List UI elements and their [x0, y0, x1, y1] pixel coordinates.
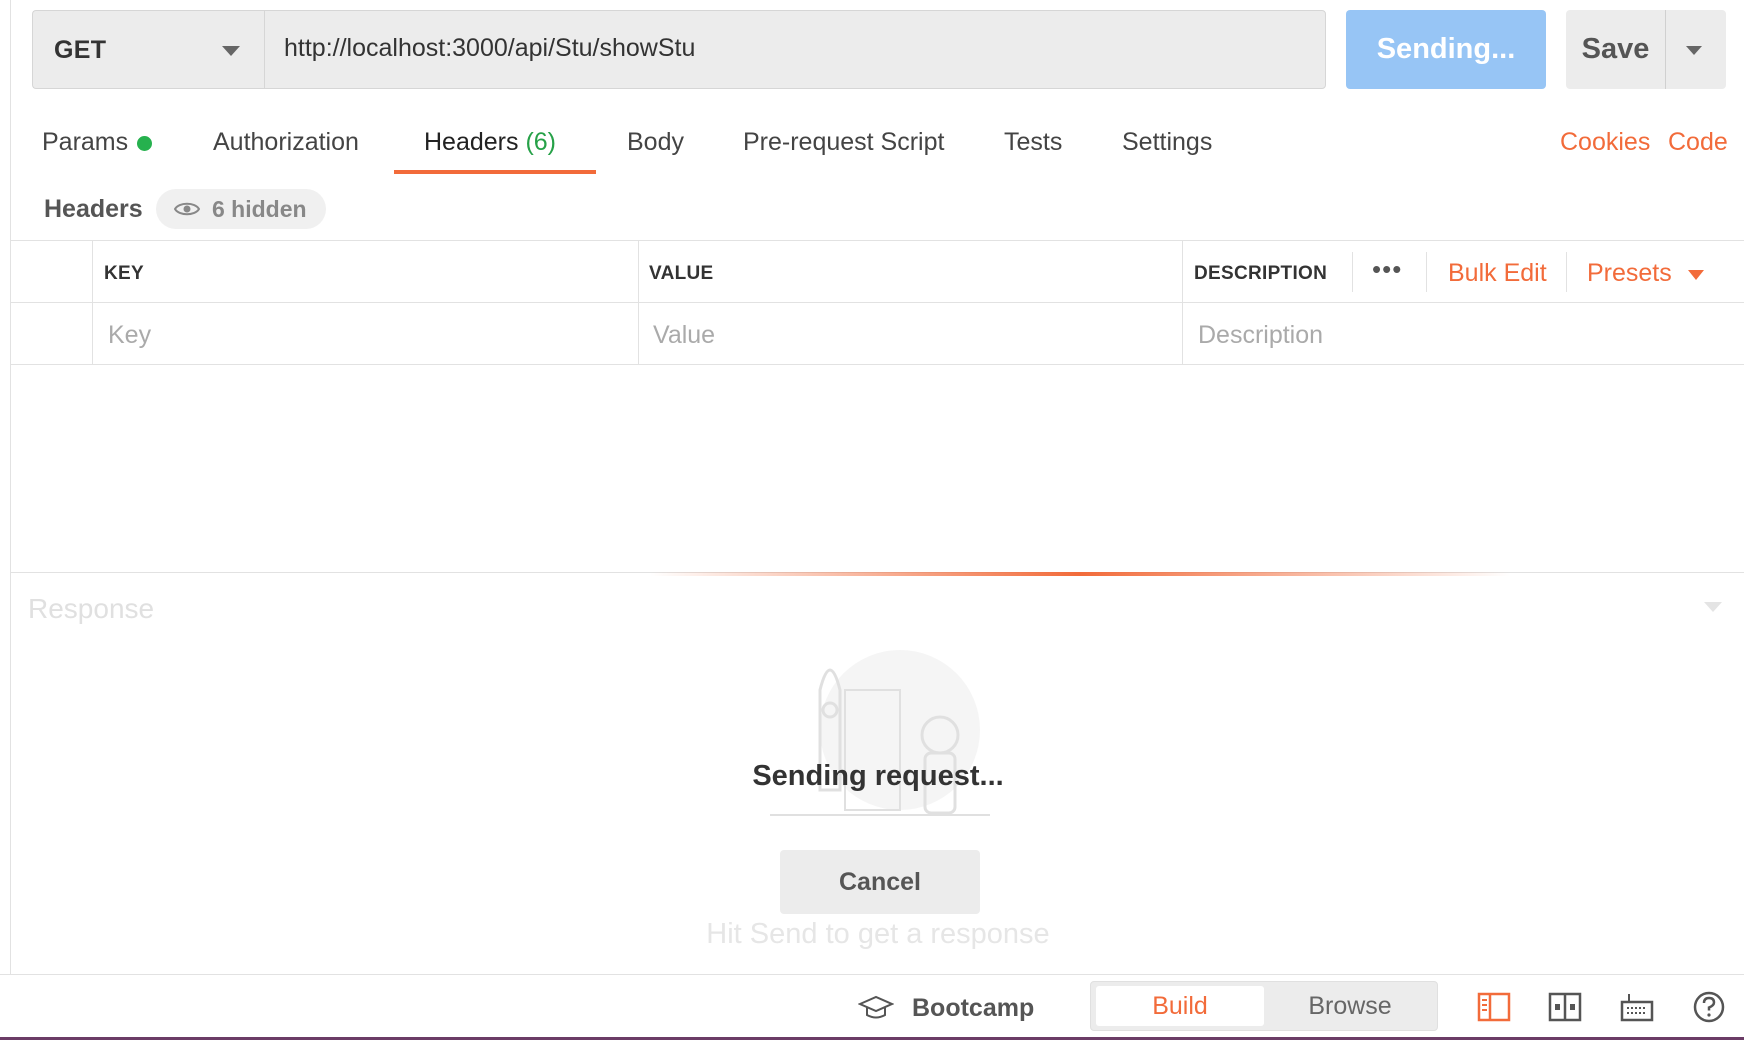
method-label: GET [54, 36, 107, 64]
tab-settings[interactable]: Settings [1122, 128, 1212, 157]
response-hint-text: Hit Send to get a response [706, 918, 1050, 950]
code-link[interactable]: Code [1668, 128, 1728, 157]
browse-mode-button[interactable]: Browse [1266, 986, 1434, 1026]
value-input[interactable]: Value [653, 321, 715, 350]
presets-dropdown[interactable]: Presets [1587, 259, 1672, 288]
tab-tests[interactable]: Tests [1004, 128, 1062, 157]
split-view-icon[interactable] [1547, 990, 1583, 1024]
app-left-border [10, 0, 11, 975]
cancel-button[interactable]: Cancel [780, 850, 980, 914]
chevron-down-icon [222, 46, 240, 56]
send-button[interactable]: Sending... [1346, 10, 1546, 89]
params-status-dot [137, 136, 152, 151]
tab-headers-count: (6) [525, 128, 557, 156]
tab-headers[interactable]: Headers (6) [424, 128, 556, 157]
two-pane-icon[interactable] [1476, 990, 1512, 1024]
column-divider [1352, 252, 1353, 292]
cookies-link[interactable]: Cookies [1560, 128, 1650, 157]
url-value: http://localhost:3000/api/Stu/showStu [284, 34, 696, 62]
column-divider [1566, 252, 1567, 292]
column-header-value: VALUE [649, 263, 714, 284]
loading-progress-bar [650, 572, 1510, 576]
chevron-down-icon [1686, 46, 1702, 55]
eye-icon [174, 202, 200, 216]
column-header-key: KEY [104, 263, 144, 284]
column-header-description: DESCRIPTION [1194, 263, 1328, 284]
footer-border [0, 974, 1744, 975]
active-tab-indicator [394, 170, 596, 174]
headers-section-title: Headers [44, 195, 143, 223]
help-icon[interactable] [1691, 990, 1727, 1024]
rocket-astronaut-illustration [770, 650, 990, 816]
hidden-headers-label: 6 hidden [212, 196, 307, 222]
description-input[interactable]: Description [1198, 321, 1323, 350]
table-border-top [11, 240, 1744, 241]
sending-request-text: Sending request... [752, 760, 1004, 792]
tab-headers-label: Headers [424, 128, 519, 156]
bulk-edit-link[interactable]: Bulk Edit [1448, 259, 1547, 288]
chevron-down-icon[interactable] [1704, 602, 1722, 612]
tab-pre-request-script[interactable]: Pre-request Script [743, 128, 944, 157]
column-divider [1182, 241, 1183, 364]
response-title: Response [28, 593, 155, 624]
key-input[interactable]: Key [108, 321, 151, 350]
keyboard-icon[interactable] [1619, 990, 1655, 1024]
ellipsis-icon[interactable]: ••• [1372, 254, 1402, 285]
column-divider [1426, 252, 1427, 292]
chevron-down-icon [1688, 270, 1704, 280]
graduation-cap-icon [858, 995, 894, 1019]
table-border-bottom [11, 364, 1744, 365]
save-button[interactable]: Save [1566, 10, 1666, 89]
build-mode-button[interactable]: Build [1096, 986, 1264, 1026]
bootcamp-link[interactable]: Bootcamp [912, 994, 1034, 1023]
column-divider [638, 241, 639, 364]
table-border-header [11, 302, 1744, 303]
tab-body[interactable]: Body [627, 128, 684, 157]
column-divider [92, 241, 93, 364]
tab-params[interactable]: Params [42, 128, 128, 157]
tab-authorization[interactable]: Authorization [213, 128, 359, 157]
